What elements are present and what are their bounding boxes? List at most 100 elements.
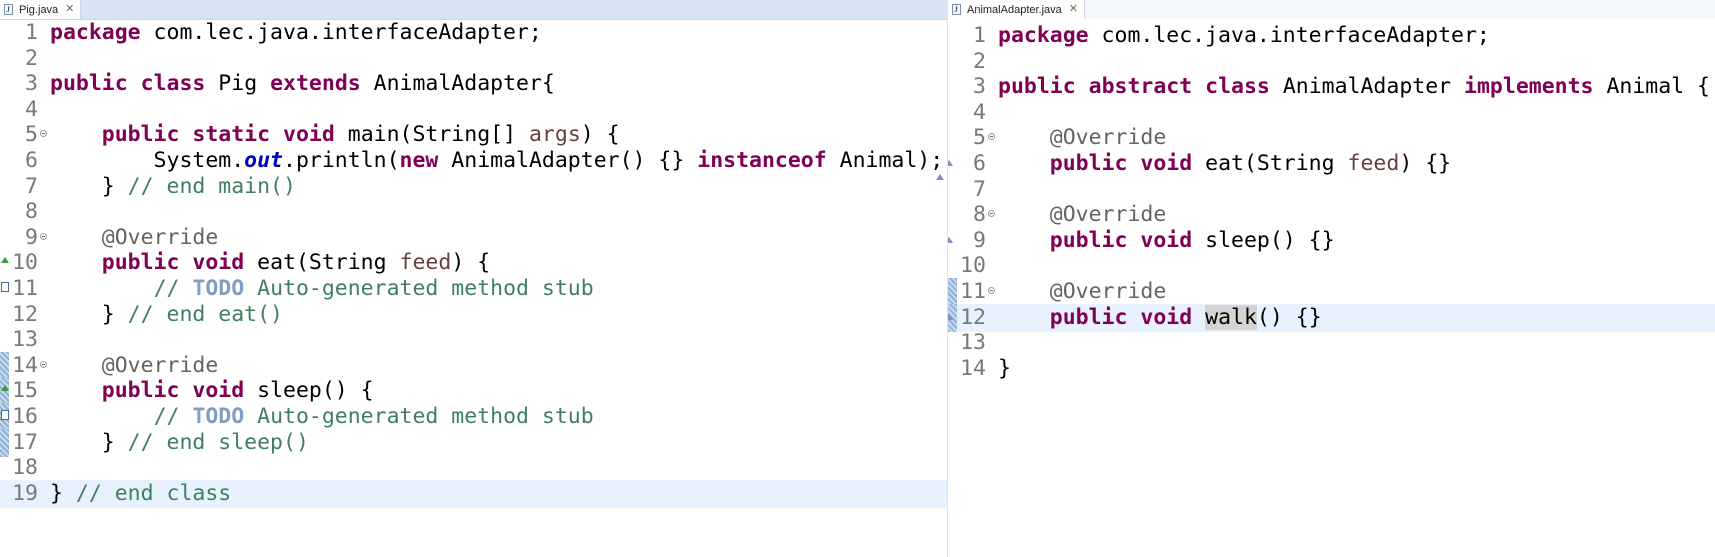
code-text[interactable]: } // end sleep() xyxy=(50,429,309,457)
code-line[interactable]: 15 public void sleep() { xyxy=(0,377,948,406)
code-line[interactable]: 2 xyxy=(0,45,948,73)
code-text[interactable]: System.out.println(new AnimalAdapter() {… xyxy=(50,147,944,175)
code-text[interactable]: @Override xyxy=(998,124,1167,152)
code-text[interactable]: } xyxy=(998,355,1011,383)
code-line[interactable]: 1 package com.lec.java.interfaceAdapter; xyxy=(948,22,1715,50)
keyword-token: class xyxy=(1205,74,1270,100)
implements-marker-icon[interactable] xyxy=(948,160,953,166)
comment-token: // xyxy=(153,276,193,301)
fold-collapse-icon[interactable] xyxy=(988,133,995,141)
code-text[interactable]: package com.lec.java.interfaceAdapter; xyxy=(998,22,1490,50)
code-line[interactable]: 9 @Override xyxy=(0,224,948,252)
code-line[interactable]: 6 public void eat(String feed) {} xyxy=(948,150,1715,178)
code-line[interactable]: 1 package com.lec.java.interfaceAdapter; xyxy=(0,19,948,47)
line-number: 12 xyxy=(960,304,986,330)
code-text[interactable]: public void sleep() {} xyxy=(998,227,1335,255)
code-text[interactable]: public class Pig extends AnimalAdapter{ xyxy=(50,70,555,98)
code-line[interactable]: 12 } // end eat() xyxy=(0,301,948,329)
code-text[interactable]: @Override xyxy=(50,352,219,380)
code-line[interactable]: 8 xyxy=(0,198,948,226)
implements-marker-icon[interactable] xyxy=(936,174,944,180)
code-text[interactable]: // TODO Auto-generated method stub xyxy=(50,275,594,303)
line-number: 9 xyxy=(25,224,38,250)
code-line[interactable]: 10 xyxy=(948,252,1715,280)
code-token: main(String[] xyxy=(334,122,529,148)
code-line[interactable]: 7 } // end main() xyxy=(0,173,948,201)
task-marker-icon[interactable] xyxy=(1,410,9,420)
code-line[interactable]: 13 xyxy=(948,329,1715,357)
code-line[interactable]: 14} xyxy=(948,355,1715,383)
code-token: .println( xyxy=(283,148,400,173)
comment-token: Auto-generated method stub xyxy=(244,404,594,429)
code-line[interactable]: 2 xyxy=(948,48,1715,76)
line-gutter: 3 xyxy=(948,73,986,101)
implements-marker-icon[interactable] xyxy=(948,236,953,243)
fold-collapse-icon[interactable] xyxy=(40,130,47,138)
code-line[interactable]: 19 } // end class xyxy=(0,479,948,508)
override-arrow-icon[interactable] xyxy=(1,257,9,264)
code-line[interactable]: 10 public void eat(String feed) { xyxy=(0,249,948,277)
comment-token: // end main() xyxy=(127,173,296,199)
line-gutter: 14 xyxy=(948,355,986,383)
code-text[interactable]: } // end eat() xyxy=(50,301,283,329)
code-line[interactable]: 12 public void walk() {} xyxy=(948,303,1715,332)
code-line[interactable]: 5 @Override xyxy=(948,124,1715,152)
code-line[interactable]: 13 xyxy=(0,326,948,354)
code-line[interactable]: 17 } // end sleep() xyxy=(0,428,948,457)
code-text[interactable]: @Override xyxy=(998,201,1167,229)
editor-tab-animaladapter-java[interactable]: J AnimalAdapter.java ✕ xyxy=(948,0,1085,19)
close-tab-icon[interactable]: ✕ xyxy=(1069,4,1078,15)
code-line[interactable]: 6 System.out.println(new AnimalAdapter()… xyxy=(0,147,948,175)
code-line[interactable]: 9 public void sleep() {} xyxy=(948,227,1715,255)
fold-collapse-icon[interactable] xyxy=(40,360,47,368)
fold-collapse-icon[interactable] xyxy=(40,232,47,240)
code-text[interactable]: public abstract class AnimalAdapter impl… xyxy=(998,73,1710,101)
line-gutter: 8 xyxy=(0,198,38,226)
implements-marker-icon[interactable] xyxy=(948,313,953,320)
code-text[interactable]: public void sleep() { xyxy=(50,377,374,405)
keyword-token: public xyxy=(1049,304,1128,330)
right-editor-pane[interactable]: J AnimalAdapter.java ✕ 1 package com.lec.… xyxy=(948,0,1715,557)
code-line[interactable]: 18 xyxy=(0,454,948,482)
code-text[interactable]: public void walk() {} xyxy=(998,304,1322,332)
code-line[interactable]: 3 public abstract class AnimalAdapter imp… xyxy=(948,73,1715,101)
code-text[interactable]: public static void main(String[] args) { xyxy=(50,121,620,149)
code-line[interactable]: 14 @Override xyxy=(0,351,948,380)
code-editor-area[interactable]: 1 package com.lec.java.interfaceAdapter; 2… xyxy=(0,19,948,557)
task-marker-icon[interactable] xyxy=(1,282,9,292)
code-token: } xyxy=(50,480,76,506)
keyword-token: public xyxy=(101,122,180,148)
change-bar-marker xyxy=(0,428,9,457)
code-text[interactable]: @Override xyxy=(998,278,1167,306)
code-line[interactable]: 8 @Override xyxy=(948,201,1715,229)
code-text[interactable]: public void eat(String feed) { xyxy=(50,249,490,277)
keyword-token: public xyxy=(1049,227,1128,253)
code-line[interactable]: 4 xyxy=(948,99,1715,127)
code-text[interactable]: } // end main() xyxy=(50,173,296,201)
close-tab-icon[interactable]: ✕ xyxy=(65,4,74,15)
line-number: 19 xyxy=(12,480,38,506)
override-arrow-icon[interactable] xyxy=(1,385,9,392)
code-line[interactable]: 4 xyxy=(0,96,948,124)
code-text[interactable]: // TODO Auto-generated method stub xyxy=(50,403,594,431)
code-text[interactable]: @Override xyxy=(50,224,219,252)
left-editor-tabbar: J Pig.java ✕ xyxy=(0,0,948,20)
code-line[interactable]: 16 // TODO Auto-generated method stub xyxy=(0,403,948,431)
code-line[interactable]: 11 @Override xyxy=(948,278,1715,306)
editor-tab-pig-java[interactable]: J Pig.java ✕ xyxy=(0,0,82,19)
annotation-token: @Override xyxy=(101,224,219,250)
code-line[interactable]: 3 public class Pig extends AnimalAdapter{ xyxy=(0,70,948,98)
code-line[interactable]: 11 // TODO Auto-generated method stub xyxy=(0,275,948,303)
code-text[interactable]: package com.lec.java.interfaceAdapter; xyxy=(50,19,542,47)
keyword-token: abstract xyxy=(1088,74,1193,100)
code-editor-area[interactable]: 1 package com.lec.java.interfaceAdapter; 2… xyxy=(948,19,1715,557)
code-text[interactable]: } // end class xyxy=(50,480,231,508)
fold-collapse-icon[interactable] xyxy=(988,287,995,294)
code-text[interactable]: public void eat(String feed) {} xyxy=(998,150,1451,178)
code-line[interactable]: 7 xyxy=(948,176,1715,204)
left-editor-pane[interactable]: J Pig.java ✕ 1 package com.lec.java.inter… xyxy=(0,0,948,557)
code-line[interactable]: 5 public static void main(String[] args)… xyxy=(0,121,948,149)
fold-collapse-icon[interactable] xyxy=(988,210,995,218)
